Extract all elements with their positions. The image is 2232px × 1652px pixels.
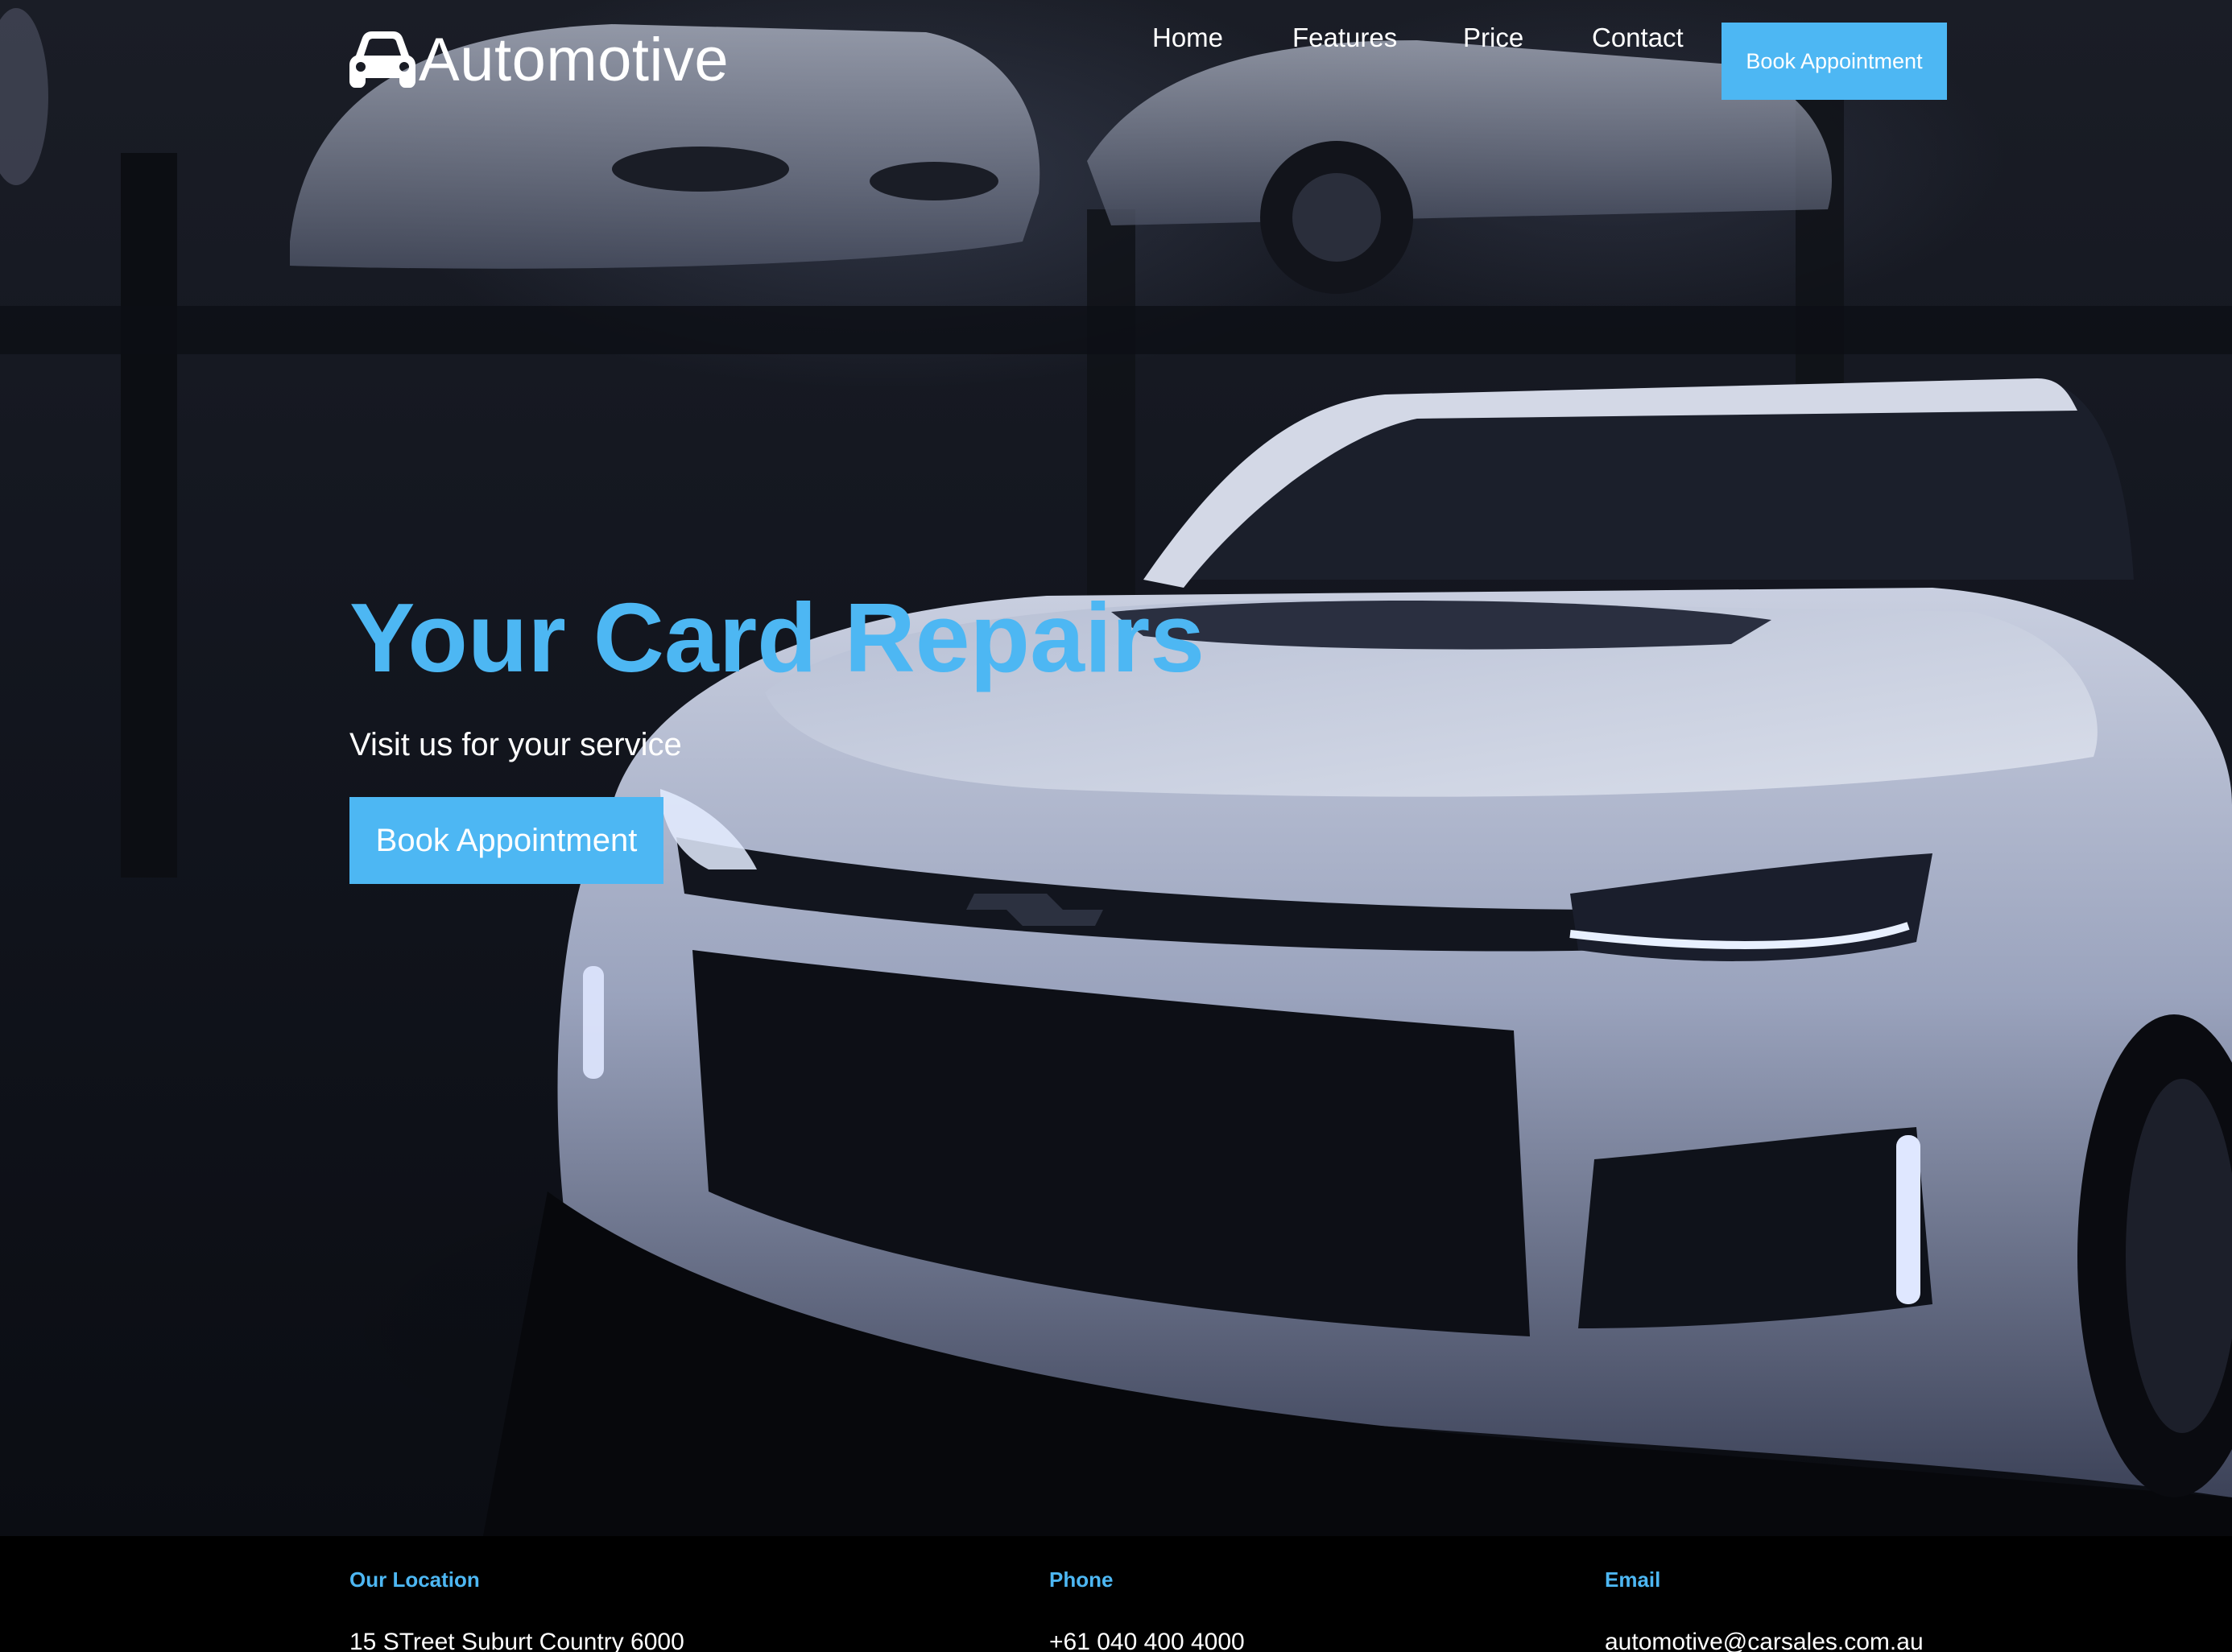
contact-info-bar: Our Location 15 STreet Suburt Country 60… <box>0 1536 2232 1652</box>
hero-title: Your Card Repairs <box>349 583 1205 692</box>
nav-link-contact[interactable]: Contact <box>1592 23 1684 53</box>
location-value: 15 STreet Suburt Country 6000 <box>349 1629 684 1652</box>
email-block: Email automotive@carsales.com.au <box>1605 1567 1924 1652</box>
phone-label: Phone <box>1049 1567 1114 1592</box>
email-value[interactable]: automotive@carsales.com.au <box>1605 1626 1924 1652</box>
hero-section: Automotive Home Features Price Contact B… <box>0 0 2232 1536</box>
nav-link-home[interactable]: Home <box>1152 23 1223 53</box>
hero-subtitle: Visit us for your service <box>349 727 682 762</box>
hero-book-appointment-button[interactable]: Book Appointment <box>349 797 663 884</box>
location-label: Our Location <box>349 1567 480 1592</box>
location-block: Our Location 15 STreet Suburt Country 60… <box>349 1567 684 1652</box>
email-label: Email <box>1605 1567 1661 1592</box>
brand-name: Automotive <box>419 26 730 94</box>
nav-link-features[interactable]: Features <box>1292 23 1397 53</box>
hero-background-image <box>0 8 2232 1536</box>
nav-link-price[interactable]: Price <box>1463 23 1523 53</box>
brand-logo[interactable]: Automotive <box>349 24 729 97</box>
nav-book-appointment-button[interactable]: Book Appointment <box>1722 23 1947 100</box>
car-icon <box>349 31 415 88</box>
phone-value[interactable]: +61 040 400 4000 <box>1049 1626 1245 1652</box>
phone-block: Phone +61 040 400 4000 <box>1049 1567 1245 1652</box>
top-navigation: Automotive Home Features Price Contact B… <box>0 0 2232 121</box>
